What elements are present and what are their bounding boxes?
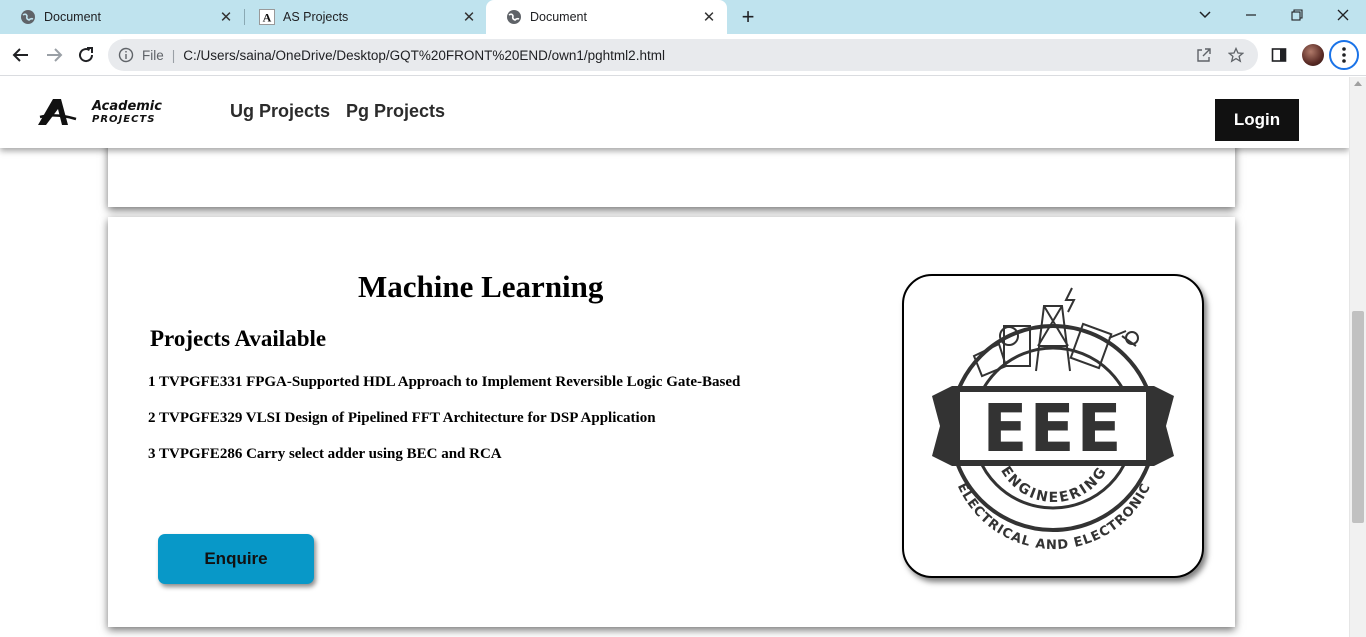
close-tab-icon[interactable]: ✕ [216, 7, 236, 27]
profile-avatar[interactable] [1302, 44, 1324, 66]
tab-title: Document [44, 10, 101, 24]
side-panel-icon[interactable] [1268, 44, 1290, 66]
browser-tab-strip: Document ✕ A AS Projects ✕ Document ✕ + [0, 0, 1366, 34]
new-tab-button[interactable]: + [736, 4, 760, 29]
browser-menu-icon[interactable] [1329, 40, 1359, 70]
reload-icon[interactable] [73, 42, 99, 68]
restore-icon[interactable] [1274, 0, 1320, 30]
scheme-label: File [142, 47, 164, 63]
svg-text:A: A [263, 11, 272, 25]
close-window-icon[interactable] [1320, 0, 1366, 30]
nav-ug-projects[interactable]: Ug Projects [230, 101, 330, 122]
eee-emblem-image: EEE ENGINEERING ELECTRICAL AND ELECTRONI… [902, 274, 1204, 578]
browser-tab-1[interactable]: Document ✕ [0, 0, 244, 34]
login-button[interactable]: Login [1215, 99, 1299, 141]
share-icon[interactable] [1194, 45, 1214, 65]
divider: | [171, 47, 176, 63]
info-icon[interactable] [118, 47, 134, 63]
project-item: 1 TVPGFE331 FPGA-Supported HDL Approach … [148, 374, 741, 390]
nav-pg-projects[interactable]: Pg Projects [346, 101, 445, 122]
project-item: 3 TVPGFE286 Carry select adder using BEC… [148, 446, 502, 462]
logo-text-top: Academic [91, 99, 162, 114]
machine-learning-card: Machine Learning Projects Available 1 TV… [108, 217, 1235, 627]
site-header: Academic PROJECTS Ug Projects Pg Project… [0, 77, 1349, 148]
browser-toolbar: File | C:/Users/saina/OneDrive/Desktop/G… [0, 34, 1366, 76]
address-bar[interactable]: File | C:/Users/saina/OneDrive/Desktop/G… [108, 39, 1258, 71]
tab-title: Document [530, 10, 587, 24]
site-a-icon: A [259, 9, 275, 25]
close-tab-icon[interactable]: ✕ [459, 7, 479, 27]
bookmark-star-icon[interactable] [1226, 45, 1246, 65]
globe-icon [20, 9, 36, 25]
logo-text-bottom: PROJECTS [92, 114, 155, 125]
minimize-icon[interactable] [1228, 0, 1274, 30]
enquire-button[interactable]: Enquire [158, 534, 314, 584]
url-text[interactable]: C:/Users/saina/OneDrive/Desktop/GQT%20FR… [183, 48, 1194, 63]
browser-tab-2[interactable]: A AS Projects ✕ [239, 0, 487, 34]
page-scrollbar[interactable] [1349, 77, 1366, 637]
page-viewport: Machine Learning Projects Available 1 TV… [0, 77, 1349, 637]
scroll-up-arrow-icon[interactable] [1354, 81, 1362, 86]
tab-title: AS Projects [283, 10, 349, 24]
close-tab-icon[interactable]: ✕ [699, 7, 719, 27]
forward-arrow-icon[interactable] [41, 42, 67, 68]
eee-emblem-graphic: EEE ENGINEERING ELECTRICAL AND ELECTRONI… [932, 287, 1174, 553]
globe-icon [506, 9, 522, 25]
scrollbar-thumb[interactable] [1352, 311, 1364, 523]
academic-projects-logo[interactable]: Academic PROJECTS [36, 95, 202, 127]
back-arrow-icon[interactable] [8, 42, 34, 68]
projects-available-heading: Projects Available [150, 326, 327, 351]
section-title: Machine Learning [358, 269, 604, 304]
emblem-big-text: EEE [982, 390, 1123, 467]
chevron-down-icon[interactable] [1182, 0, 1228, 30]
project-item: 2 TVPGFE329 VLSI Design of Pipelined FFT… [148, 410, 656, 426]
browser-tab-3[interactable]: Document ✕ [486, 0, 727, 34]
